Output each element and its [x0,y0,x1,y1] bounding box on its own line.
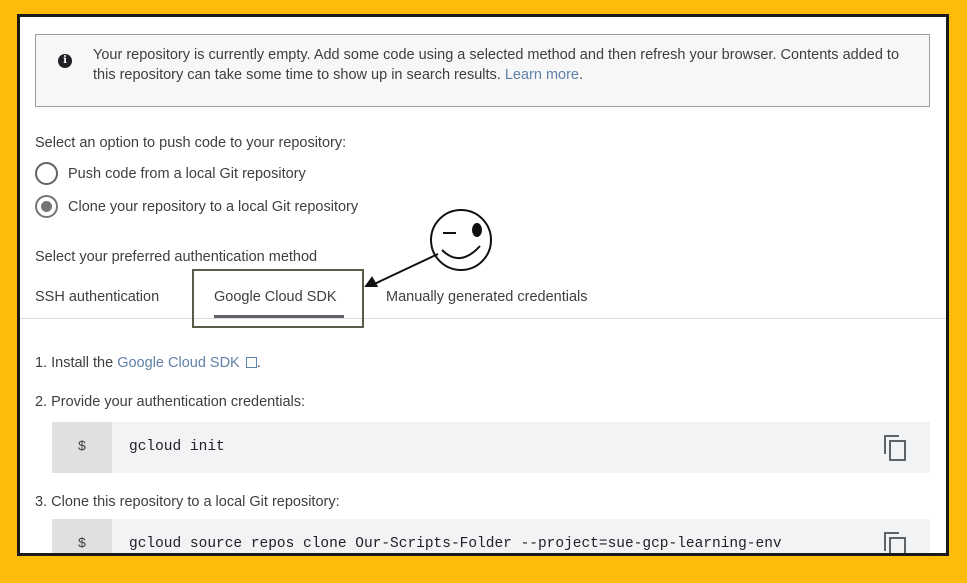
banner-message: Your repository is currently empty. Add … [93,46,913,85]
external-link-icon[interactable] [245,357,257,368]
auth-method-prompt: Select your preferred authentication met… [35,249,318,265]
copy-icon-front [889,440,906,461]
step-clone-repository: 3. Clone this repository to a local Git … [35,494,340,510]
shell-prompt: $ [52,519,112,553]
code-block-clone-command: $ gcloud source repos clone Our-Scripts-… [52,519,930,553]
copy-icon-front [889,537,906,553]
radio-button-unchecked[interactable] [35,162,58,185]
annotation-winking-face-arrow [364,209,492,287]
step-install-sdk: 1. Install the Google Cloud SDK. [35,355,261,371]
step1-text: 1. Install the [35,355,118,371]
tab-manual-credentials[interactable]: Manually generated credentials [386,289,588,305]
code-block-gcloud-init: $ gcloud init [52,422,930,473]
annotation-highlight-box [192,269,364,328]
radio-label-clone-local: Clone your repository to a local Git rep… [68,198,359,215]
annotation-arrow [364,253,439,287]
radio-button-checked[interactable] [35,195,58,218]
google-cloud-sdk-link[interactable]: Google Cloud SDK [117,355,240,371]
tab-ssh-authentication[interactable]: SSH authentication [35,289,159,305]
banner-text: Your repository is currently empty. Add … [93,47,900,83]
command-text[interactable]: gcloud init [129,422,225,473]
radio-label-push-local: Push code from a local Git repository [68,165,306,182]
learn-more-link[interactable]: Learn more [505,67,579,83]
step-provide-credentials: 2. Provide your authentication credentia… [35,394,306,410]
banner-period: . [578,66,584,83]
shell-prompt: $ [52,422,112,473]
winking-face-icon [430,209,492,271]
copy-icon[interactable] [884,435,906,461]
screenshot-frame: i Your repository is currently empty. Ad… [17,14,949,556]
repository-setup-panel: i Your repository is currently empty. Ad… [20,17,946,553]
radio-option-push-local[interactable]: Push code from a local Git repository [35,162,306,185]
info-icon: i [58,54,72,68]
radio-option-clone-local[interactable]: Clone your repository to a local Git rep… [35,195,358,218]
push-option-prompt: Select an option to push code to your re… [35,135,347,151]
empty-repository-banner: i Your repository is currently empty. Ad… [35,34,930,107]
step1-period: . [256,355,261,371]
command-text[interactable]: gcloud source repos clone Our-Scripts-Fo… [129,519,782,553]
copy-icon[interactable] [884,532,906,553]
